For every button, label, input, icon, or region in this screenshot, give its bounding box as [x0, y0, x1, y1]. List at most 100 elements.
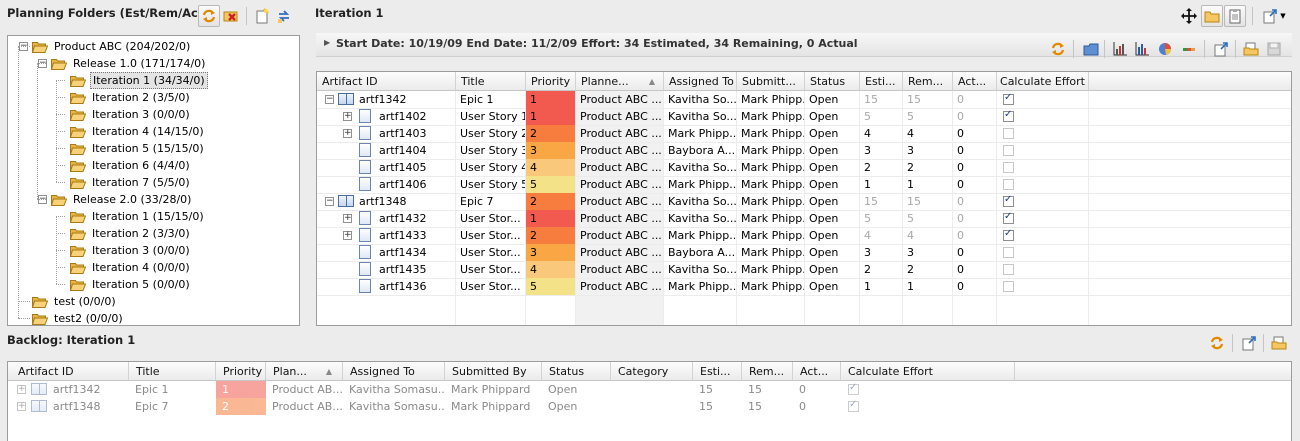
grid-export-button[interactable]: [1210, 38, 1232, 60]
move-arrows-button[interactable]: [1178, 5, 1200, 27]
open-folder-button[interactable]: [1240, 38, 1262, 60]
tree-node[interactable]: Iteration 5 (0/0/0): [69, 276, 192, 293]
new-folder-button[interactable]: [251, 5, 273, 27]
tree-node[interactable]: Iteration 3 (0/0/0): [69, 106, 192, 123]
tree-node[interactable]: Iteration 5 (15/15/0): [69, 140, 206, 157]
backlog-column-header[interactable]: Esti...: [693, 362, 742, 381]
tree-node[interactable]: Iteration 7 (5/5/0): [69, 174, 192, 191]
tree-node[interactable]: Iteration 1 (34/34/0): [69, 72, 208, 89]
calculate-effort-checkbox[interactable]: [1003, 211, 1014, 224]
backlog-column-header[interactable]: Rem...: [742, 362, 793, 381]
burndown-button[interactable]: [1178, 38, 1200, 60]
calculate-effort-checkbox[interactable]: [1003, 281, 1014, 292]
artifact-id-cell[interactable]: artf1432: [375, 210, 456, 227]
collapse-arrow-icon[interactable]: ▶: [324, 38, 330, 47]
backlog-column-header[interactable]: Status: [542, 362, 611, 381]
column-header[interactable]: Status: [805, 72, 860, 91]
tree-node[interactable]: Iteration 4 (14/15/0): [69, 123, 206, 140]
backlog-column-header[interactable]: Submitted By: [445, 362, 542, 381]
calculate-effort-checkbox[interactable]: [1003, 145, 1014, 156]
backlog-column-header[interactable]: Title: [129, 362, 216, 381]
move-folder-button[interactable]: [273, 5, 295, 27]
collapse-row-icon[interactable]: −: [325, 197, 334, 206]
tree-node[interactable]: Iteration 6 (4/4/0): [69, 157, 192, 174]
backlog-row[interactable]: + artf1342 Epic 1 1 Product AB... Kavitha Som…: [8, 381, 1291, 398]
artifact-id-cell[interactable]: artf1405: [375, 159, 456, 176]
artifact-id-cell[interactable]: artf1403: [375, 125, 456, 142]
planning-folders-tree[interactable]: Product ABC (204/202/0) − Release 1.0 (171…: [7, 35, 300, 326]
tree-node[interactable]: Release 1.0 (171/174/0): [50, 55, 207, 72]
save-button[interactable]: [1263, 38, 1285, 60]
chart-button[interactable]: [1109, 38, 1131, 60]
iteration-grid[interactable]: Artifact ID Title Priority Planne... ▲ Assign…: [316, 71, 1292, 326]
artifact-id-cell[interactable]: artf1404: [375, 142, 456, 159]
calculate-effort-checkbox[interactable]: [1003, 92, 1014, 105]
artifact-id-cell[interactable]: artf1342: [49, 381, 129, 398]
artifact-id-cell[interactable]: artf1348: [355, 193, 456, 210]
column-header[interactable]: Planne... ▲: [576, 72, 664, 91]
tree-node[interactable]: Product ABC (204/202/0): [31, 38, 192, 55]
calculate-effort-checkbox[interactable]: [1003, 194, 1014, 207]
tree-node[interactable]: Iteration 2 (3/3/0): [69, 225, 192, 242]
backlog-row[interactable]: + artf1348 Epic 7 2 Product AB... Kavitha Som…: [8, 398, 1291, 415]
tree-node[interactable]: Iteration 1 (15/15/0): [69, 208, 206, 225]
backlog-column-header[interactable]: Artifact ID: [8, 362, 129, 381]
tree-node[interactable]: test (0/0/0): [31, 293, 118, 310]
backlog-column-header[interactable]: Plan... ▲: [266, 362, 343, 381]
column-header[interactable]: Rem...: [903, 72, 953, 91]
expand-row-icon[interactable]: +: [343, 129, 352, 138]
tree-node[interactable]: Release 2.0 (33/28/0): [50, 191, 193, 208]
artifact-id-cell[interactable]: artf1406: [375, 176, 456, 193]
calculate-effort-checkbox[interactable]: [1003, 128, 1014, 139]
clipboard-view-button[interactable]: [1224, 5, 1246, 27]
tree-node[interactable]: Iteration 4 (0/0/0): [69, 259, 192, 276]
calculate-effort-checkbox[interactable]: [1003, 264, 1014, 275]
artifact-id-cell[interactable]: artf1433: [375, 227, 456, 244]
artifact-id-cell[interactable]: artf1402: [375, 108, 456, 125]
calculate-effort-checkbox[interactable]: [848, 399, 859, 412]
backlog-grid[interactable]: Artifact ID Title Priority Plan... ▲ Assigned…: [7, 361, 1292, 441]
tree-node[interactable]: test2 (0/0/0): [31, 310, 125, 325]
backlog-refresh-button[interactable]: [1206, 332, 1228, 354]
backlog-export-button[interactable]: [1238, 332, 1260, 354]
column-header[interactable]: Act...: [953, 72, 997, 91]
calculate-effort-checkbox[interactable]: [1003, 109, 1014, 122]
expand-row-icon[interactable]: +: [343, 231, 352, 240]
backlog-column-header[interactable]: Act...: [793, 362, 841, 381]
artifact-id-cell[interactable]: artf1436: [375, 278, 456, 295]
column-header[interactable]: Assigned To: [664, 72, 737, 91]
export-dropdown-button[interactable]: ▼: [1258, 5, 1290, 27]
collapse-row-icon[interactable]: −: [325, 95, 334, 104]
planning-folder-button[interactable]: [1080, 38, 1102, 60]
grid-refresh-button[interactable]: [1047, 38, 1069, 60]
backlog-column-header[interactable]: Assigned To: [343, 362, 445, 381]
tree-node[interactable]: Iteration 3 (0/0/0): [69, 242, 192, 259]
expand-row-icon[interactable]: +: [343, 112, 352, 121]
artifact-id-cell[interactable]: artf1434: [375, 244, 456, 261]
refresh-button[interactable]: [198, 5, 220, 27]
artifact-id-cell[interactable]: artf1342: [355, 91, 456, 108]
column-header[interactable]: Priority: [526, 72, 576, 91]
column-header[interactable]: Esti...: [860, 72, 903, 91]
expand-row-icon[interactable]: +: [17, 385, 26, 394]
column-header[interactable]: Title: [456, 72, 526, 91]
delete-folder-button[interactable]: [220, 5, 242, 27]
calculate-effort-checkbox[interactable]: [848, 382, 859, 395]
artifact-id-cell[interactable]: artf1348: [49, 398, 129, 415]
column-header[interactable]: Calculate Effort: [997, 72, 1089, 91]
folder-view-button[interactable]: [1201, 5, 1223, 27]
backlog-column-header[interactable]: Priority: [216, 362, 266, 381]
colored-chart-button[interactable]: [1131, 38, 1153, 60]
calculate-effort-checkbox[interactable]: [1003, 179, 1014, 190]
tree-node[interactable]: Iteration 2 (3/5/0): [69, 89, 192, 106]
calculate-effort-checkbox[interactable]: [1003, 162, 1014, 173]
expand-row-icon[interactable]: +: [17, 402, 26, 411]
column-header[interactable]: Submitt...: [737, 72, 805, 91]
artifact-id-cell[interactable]: artf1435: [375, 261, 456, 278]
backlog-open-folder-button[interactable]: [1268, 332, 1290, 354]
backlog-column-header[interactable]: Calculate Effort: [841, 362, 1015, 381]
calculate-effort-checkbox[interactable]: [1003, 247, 1014, 258]
column-header[interactable]: Artifact ID: [317, 72, 456, 91]
pie-chart-button[interactable]: [1154, 38, 1176, 60]
backlog-column-header[interactable]: Category: [611, 362, 693, 381]
